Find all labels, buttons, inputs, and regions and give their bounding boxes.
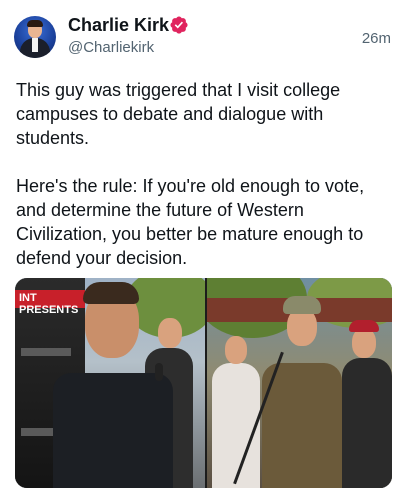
avatar[interactable]: [14, 16, 56, 58]
banner-text: INT PRESENTS: [19, 292, 79, 316]
timestamp[interactable]: 26m: [362, 30, 391, 47]
microphone-icon: [155, 363, 163, 381]
media-photo-right: [207, 278, 392, 488]
author-handle[interactable]: @Charliekirk: [68, 39, 154, 57]
tweet-paragraph-2: Here's the rule: If you're old enough to…: [16, 176, 365, 268]
verified-badge-icon: [170, 16, 188, 34]
tweet-paragraph-1: This guy was triggered that I visit coll…: [16, 80, 341, 148]
media-image[interactable]: INT PRESENTS: [15, 278, 392, 488]
tweet-text: This guy was triggered that I visit coll…: [16, 78, 394, 270]
media-photo-left: INT PRESENTS: [15, 278, 205, 488]
author-name[interactable]: Charlie Kirk: [68, 14, 169, 36]
